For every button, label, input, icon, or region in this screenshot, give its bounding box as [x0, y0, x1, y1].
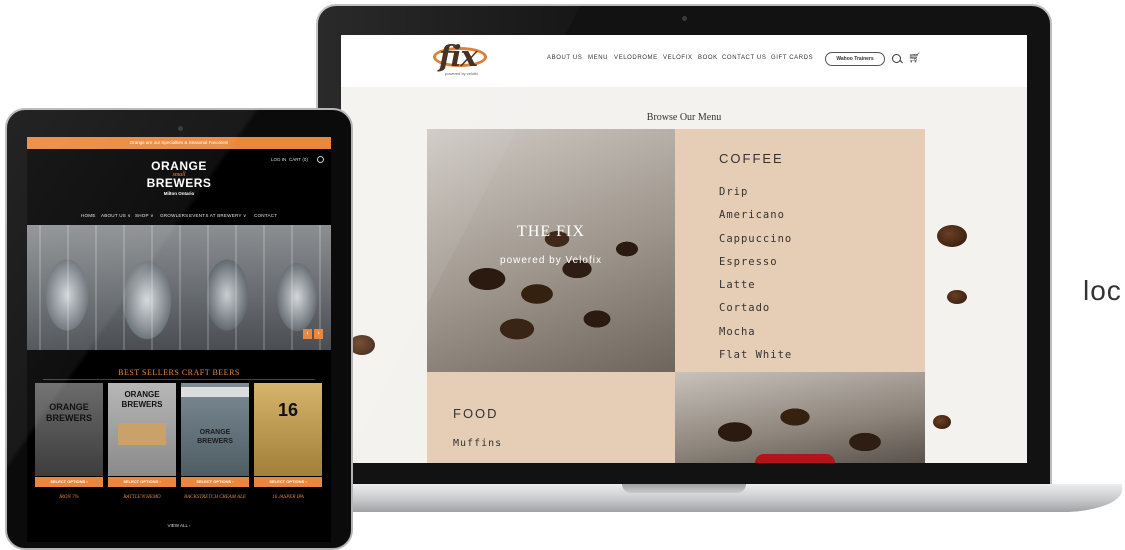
laptop-camera: [682, 16, 687, 21]
product-name[interactable]: BACKSTRETCH CREAM ALE: [181, 495, 249, 500]
product-image: ORANGE BREWERS: [35, 383, 103, 476]
promo-banner: Orange are our Specialties & Seasonal Fa…: [27, 137, 331, 149]
nav-about-us[interactable]: ABOUT US ∨: [101, 213, 131, 219]
coffee-item: Espresso: [719, 256, 778, 268]
tablet-camera: [178, 126, 183, 131]
food-heading: FOOD: [453, 406, 499, 421]
label-art-text: ORANGE: [49, 402, 89, 412]
wahoo-trainers-button[interactable]: Wahoo Trainers: [825, 52, 885, 66]
view-all-link[interactable]: VIEW ALL ›: [27, 523, 331, 528]
coffee-item: Flat White: [719, 349, 793, 361]
coffee-bean-decor: [947, 290, 967, 304]
product-image: ORANGE BREWERS: [108, 383, 176, 476]
logo-line: BREWERS: [146, 176, 212, 190]
product-name[interactable]: 16 JASPER IPA: [254, 495, 322, 500]
select-options-button[interactable]: SELECT OPTIONS ›: [35, 477, 103, 487]
label-band: [181, 387, 249, 397]
search-icon[interactable]: [892, 54, 901, 63]
product-image: 16: [254, 383, 322, 476]
best-sellers-title: BEST SELLERS CRAFT BEERS: [118, 368, 240, 377]
coffee-item: Cortado: [719, 302, 771, 314]
login-link[interactable]: LOG IN: [271, 157, 286, 162]
coffee-item: Americano: [719, 209, 785, 221]
laptop-hinge-notch: [622, 484, 746, 493]
brewery-nav: HOME ABOUT US ∨ SHOP ∨ GROWLERS EVENTS A…: [27, 205, 331, 219]
select-options-button[interactable]: SELECT OPTIONS ›: [254, 477, 322, 487]
nav-events[interactable]: EVENTS AT BREWERY ∨: [189, 213, 247, 219]
product-name[interactable]: IRON 7%: [35, 495, 103, 500]
nav-growlers[interactable]: GROWLERS: [160, 213, 188, 218]
hero-subtitle: powered by Velofix: [500, 255, 602, 266]
product-card[interactable]: ORANGE BREWERS SELECT OPTIONS › RATTLE'N…: [108, 383, 176, 500]
product-card[interactable]: 16 SELECT OPTIONS › 16 JASPER IPA: [254, 383, 322, 500]
nav-gift-cards[interactable]: GIFT CARDS: [771, 55, 813, 61]
cart-link[interactable]: CART (0): [289, 157, 308, 162]
product-card[interactable]: ORANGE BREWERS SELECT OPTIONS › BACKSTRE…: [181, 383, 249, 500]
select-options-button[interactable]: SELECT OPTIONS ›: [108, 477, 176, 487]
brewery-hero-image: [27, 225, 331, 350]
coffee-heading: COFFEE: [719, 151, 784, 166]
nav-contact-us[interactable]: CONTACT US: [722, 55, 766, 61]
nav-home[interactable]: HOME: [81, 213, 96, 218]
food-item: Muffins: [453, 438, 503, 449]
search-icon[interactable]: [317, 156, 324, 163]
nav-shop[interactable]: SHOP ∨: [135, 213, 154, 219]
red-cup: [755, 454, 835, 463]
coffee-bean-decor: [937, 225, 967, 247]
product-image: ORANGE BREWERS: [181, 383, 249, 476]
divider: [43, 379, 315, 380]
nav-contact[interactable]: CONTACT: [254, 213, 277, 218]
nav-book[interactable]: BOOK: [698, 55, 718, 61]
sign-graphic: [118, 423, 166, 445]
brewery-logo[interactable]: ORANGE small BREWERS Milton Ontario: [137, 159, 221, 196]
label-art-text: BREWERS: [45, 413, 92, 423]
nav-velofix[interactable]: VELOFIX: [663, 55, 693, 61]
label-art-number: 16: [277, 400, 299, 420]
coffee-bean-decor: [933, 415, 951, 429]
product-card[interactable]: ORANGE BREWERS SELECT OPTIONS › IRON 7%: [35, 383, 103, 500]
product-name[interactable]: RATTLE'N'HEMO: [108, 495, 176, 500]
label-art-text: ORANGE: [199, 429, 231, 436]
coffee-item: Drip: [719, 186, 749, 198]
label-art-text: BREWERS: [197, 438, 233, 445]
carousel-next-button[interactable]: ›: [314, 329, 323, 339]
logo-line: ORANGE: [151, 159, 207, 173]
select-options-button[interactable]: SELECT OPTIONS ›: [181, 477, 249, 487]
nav-velodrome[interactable]: VELODROME: [614, 55, 658, 61]
coffee-menu-panel: COFFEE Drip Americano Cappuccino Espress…: [675, 129, 925, 372]
side-text: loc: [1083, 275, 1122, 306]
food-menu-panel: FOOD Muffins: [427, 372, 675, 463]
nav-menu[interactable]: MENU: [588, 55, 608, 61]
label-art-text: ORANGE: [124, 390, 160, 399]
coffee-item: Latte: [719, 279, 756, 291]
coffee-item: Cappuccino: [719, 233, 793, 245]
carousel-prev-button[interactable]: ‹: [303, 329, 312, 339]
coffee-item: Mocha: [719, 326, 756, 338]
cart-icon[interactable]: 🛒︎: [908, 54, 921, 64]
logo-location: Milton Ontario: [163, 191, 195, 196]
coffee-cup-photo: [675, 372, 925, 463]
label-art-text: BREWERS: [121, 400, 163, 409]
tablet-screen: Orange are our Specialties & Seasonal Fa…: [27, 137, 331, 542]
